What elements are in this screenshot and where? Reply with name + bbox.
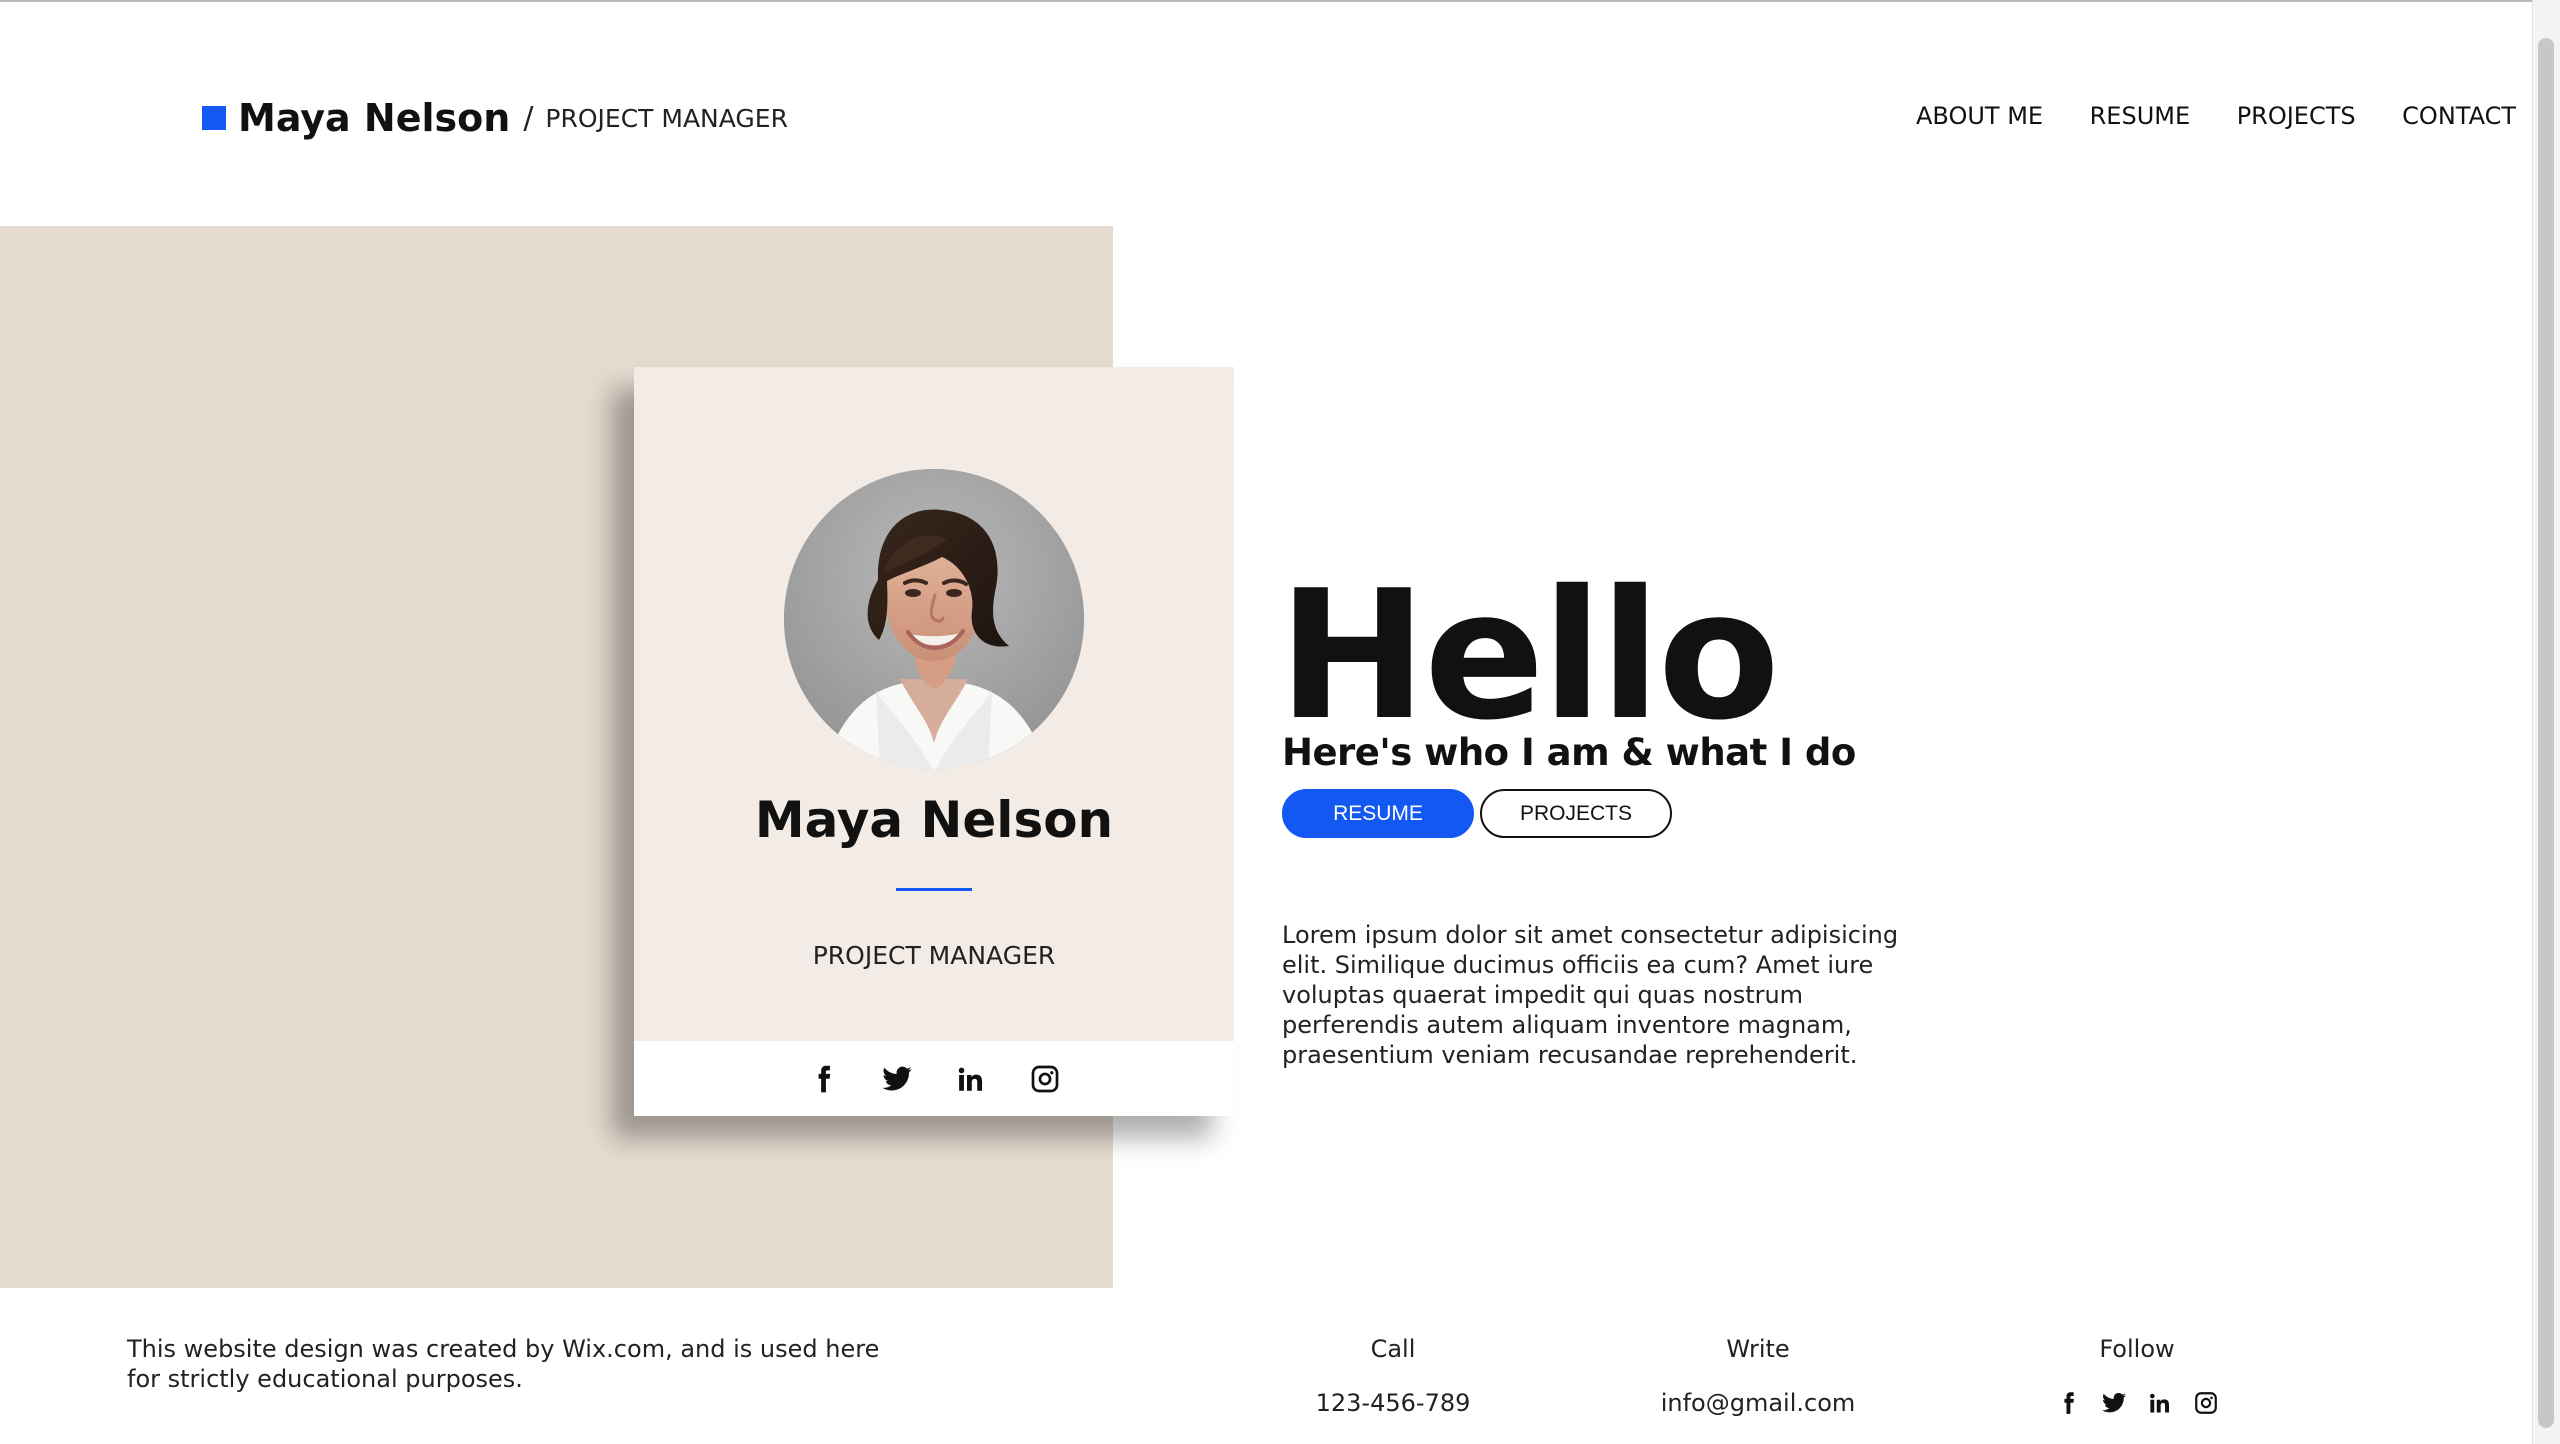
linkedin-icon[interactable] [2147,1390,2173,1416]
hero-copy: Hello Here's who I am & what I do RESUME… [1278,448,1982,1069]
brand-role: PROJECT MANAGER [545,103,788,133]
nav-contact[interactable]: CONTACT [2402,102,2516,130]
hero-buttons: RESUME PROJECTS [1282,789,1672,838]
hero-subtitle: Here's who I am & what I do [1282,730,1856,774]
footer-call-section: Call 123-456-789 [1273,1334,1513,1418]
portfolio-page: Maya Nelson / PROJECT MANAGER ABOUT ME R… [0,0,2560,1444]
brand-separator: / [523,100,534,136]
facebook-icon[interactable] [2055,1390,2081,1416]
brand-name[interactable]: Maya Nelson [238,96,510,140]
projects-button[interactable]: PROJECTS [1480,789,1672,838]
facebook-icon[interactable] [807,1063,839,1095]
profile-portrait-icon [784,469,1084,769]
profile-avatar [784,469,1084,769]
resume-button[interactable]: RESUME [1282,789,1474,838]
brand-square-icon [202,106,226,130]
linkedin-icon[interactable] [955,1063,987,1095]
footer-write-section: Write info@gmail.com [1638,1334,1878,1418]
brand[interactable]: Maya Nelson / PROJECT MANAGER [202,95,788,141]
nav-resume[interactable]: RESUME [2090,102,2191,130]
footer-follow-section: Follow [2017,1334,2257,1418]
instagram-icon[interactable] [1029,1063,1061,1095]
hero-description: Lorem ipsum dolor sit amet consectetur a… [1282,921,1899,1069]
footer-write-label: Write [1726,1335,1790,1363]
footer-call-label: Call [1370,1335,1416,1363]
footer-email[interactable]: info@gmail.com [1638,1388,1878,1418]
footer-social-links [2017,1388,2257,1418]
hero-title: Hello [1278,552,1780,760]
footer-follow-label: Follow [2099,1335,2175,1363]
site-header: Maya Nelson / PROJECT MANAGER ABOUT ME R… [0,0,2532,226]
site-footer: This website design was created by Wix.c… [0,1288,2532,1444]
profile-card: Maya Nelson PROJECT MANAGER [634,367,1234,1116]
profile-name-divider [896,888,972,891]
profile-social-links [634,1041,1234,1116]
footer-phone-number[interactable]: 123-456-789 [1273,1388,1513,1418]
profile-name: Maya Nelson [754,791,1114,849]
instagram-icon[interactable] [2193,1390,2219,1416]
page-scrollbar-thumb[interactable] [2538,38,2554,1428]
footer-credit: This website design was created by Wix.c… [127,1335,880,1393]
twitter-icon[interactable] [2101,1390,2127,1416]
nav-about-me[interactable]: ABOUT ME [1916,102,2043,130]
twitter-icon[interactable] [881,1063,913,1095]
nav-projects[interactable]: PROJECTS [2237,102,2356,130]
main-navigation: ABOUT ME RESUME PROJECTS CONTACT [1916,98,2516,134]
profile-role: PROJECT MANAGER [812,941,1056,970]
